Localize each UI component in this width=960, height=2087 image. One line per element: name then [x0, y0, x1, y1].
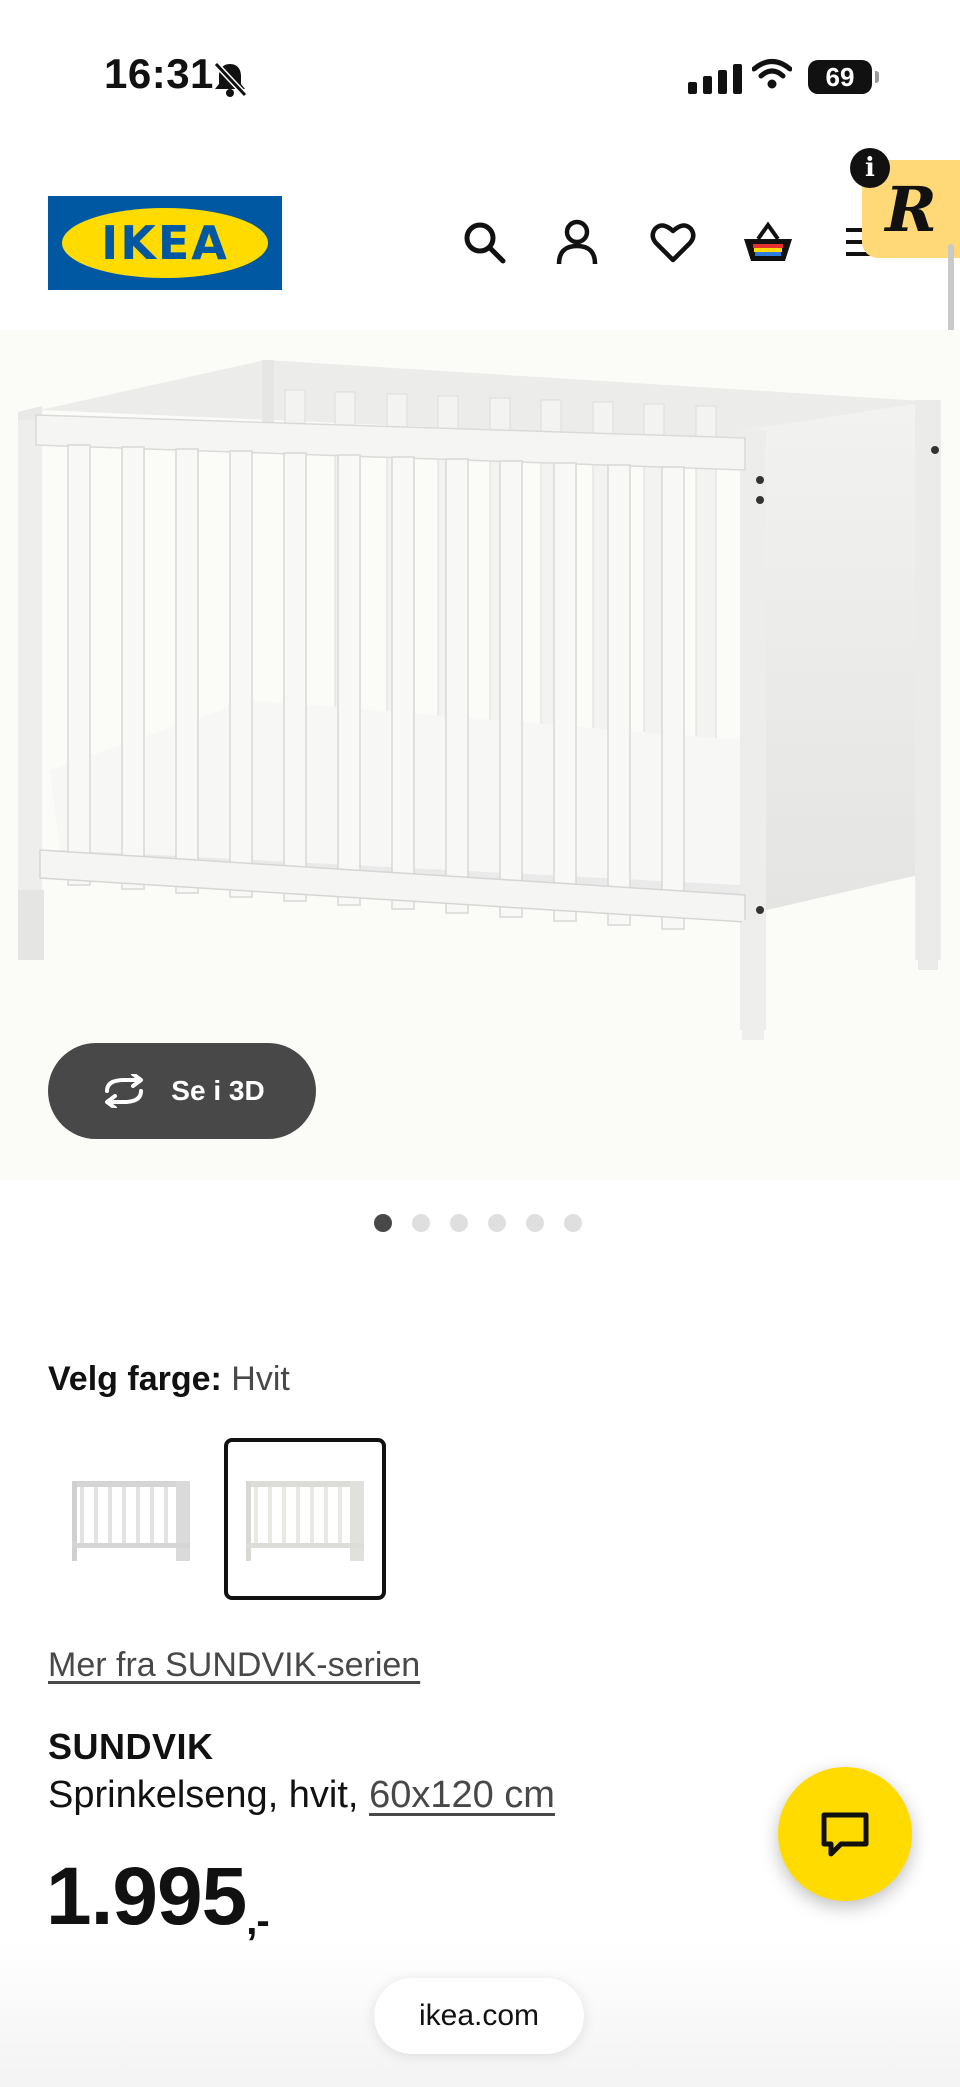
price-suffix: ,- [246, 1899, 269, 1943]
silent-bell-icon [212, 60, 248, 103]
colour-swatch-1[interactable] [50, 1438, 212, 1600]
gallery-dot[interactable] [374, 1214, 392, 1232]
gallery-dot[interactable] [526, 1214, 544, 1232]
view-3d-button[interactable]: Se i 3D [48, 1043, 316, 1139]
chat-button[interactable] [778, 1767, 912, 1901]
chat-icon [821, 1812, 869, 1857]
product-name: SUNDVIK [48, 1726, 214, 1767]
heart-icon[interactable] [645, 214, 701, 270]
wifi-icon [751, 58, 793, 95]
colour-swatch-2-selected[interactable] [224, 1438, 386, 1600]
series-link[interactable]: Mer fra SUNDVIK-serien [48, 1646, 420, 1685]
colour-value: Hvit [231, 1360, 290, 1398]
colour-label: Velg farge: [48, 1360, 222, 1398]
status-time: 16:31 [104, 50, 214, 97]
user-icon[interactable] [549, 214, 605, 270]
price-main: 1.995 [46, 1851, 247, 1942]
gallery-pagination[interactable] [374, 1214, 582, 1232]
battery-indicator: 69 [808, 60, 879, 94]
product-description-text: Sprinkelseng, hvit, [48, 1774, 370, 1816]
info-icon[interactable]: i [850, 148, 890, 188]
basket-icon[interactable] [740, 214, 796, 270]
gallery-dot[interactable] [450, 1214, 468, 1232]
product-size-link[interactable]: 60x120 cm [369, 1774, 555, 1816]
gallery-dot[interactable] [564, 1214, 582, 1232]
product-description: Sprinkelseng, hvit, 60x120 cm [48, 1774, 555, 1817]
browser-url: ikea.com [418, 1999, 540, 2032]
logo-text: IKEA [101, 216, 229, 270]
gallery-dot[interactable] [412, 1214, 430, 1232]
ikea-logo[interactable]: IKEA [48, 196, 282, 290]
gallery-dot[interactable] [488, 1214, 506, 1232]
browser-url-bar[interactable]: ikea.com [374, 1978, 584, 2054]
search-icon[interactable] [456, 214, 512, 270]
signal-icon [688, 64, 742, 94]
view-3d-label: Se i 3D [171, 1075, 265, 1106]
colour-selector-label: Velg farge: Hvit [48, 1360, 290, 1399]
product-price: 1.995,- [46, 1850, 270, 1944]
rotate-3d-icon [105, 1074, 144, 1108]
